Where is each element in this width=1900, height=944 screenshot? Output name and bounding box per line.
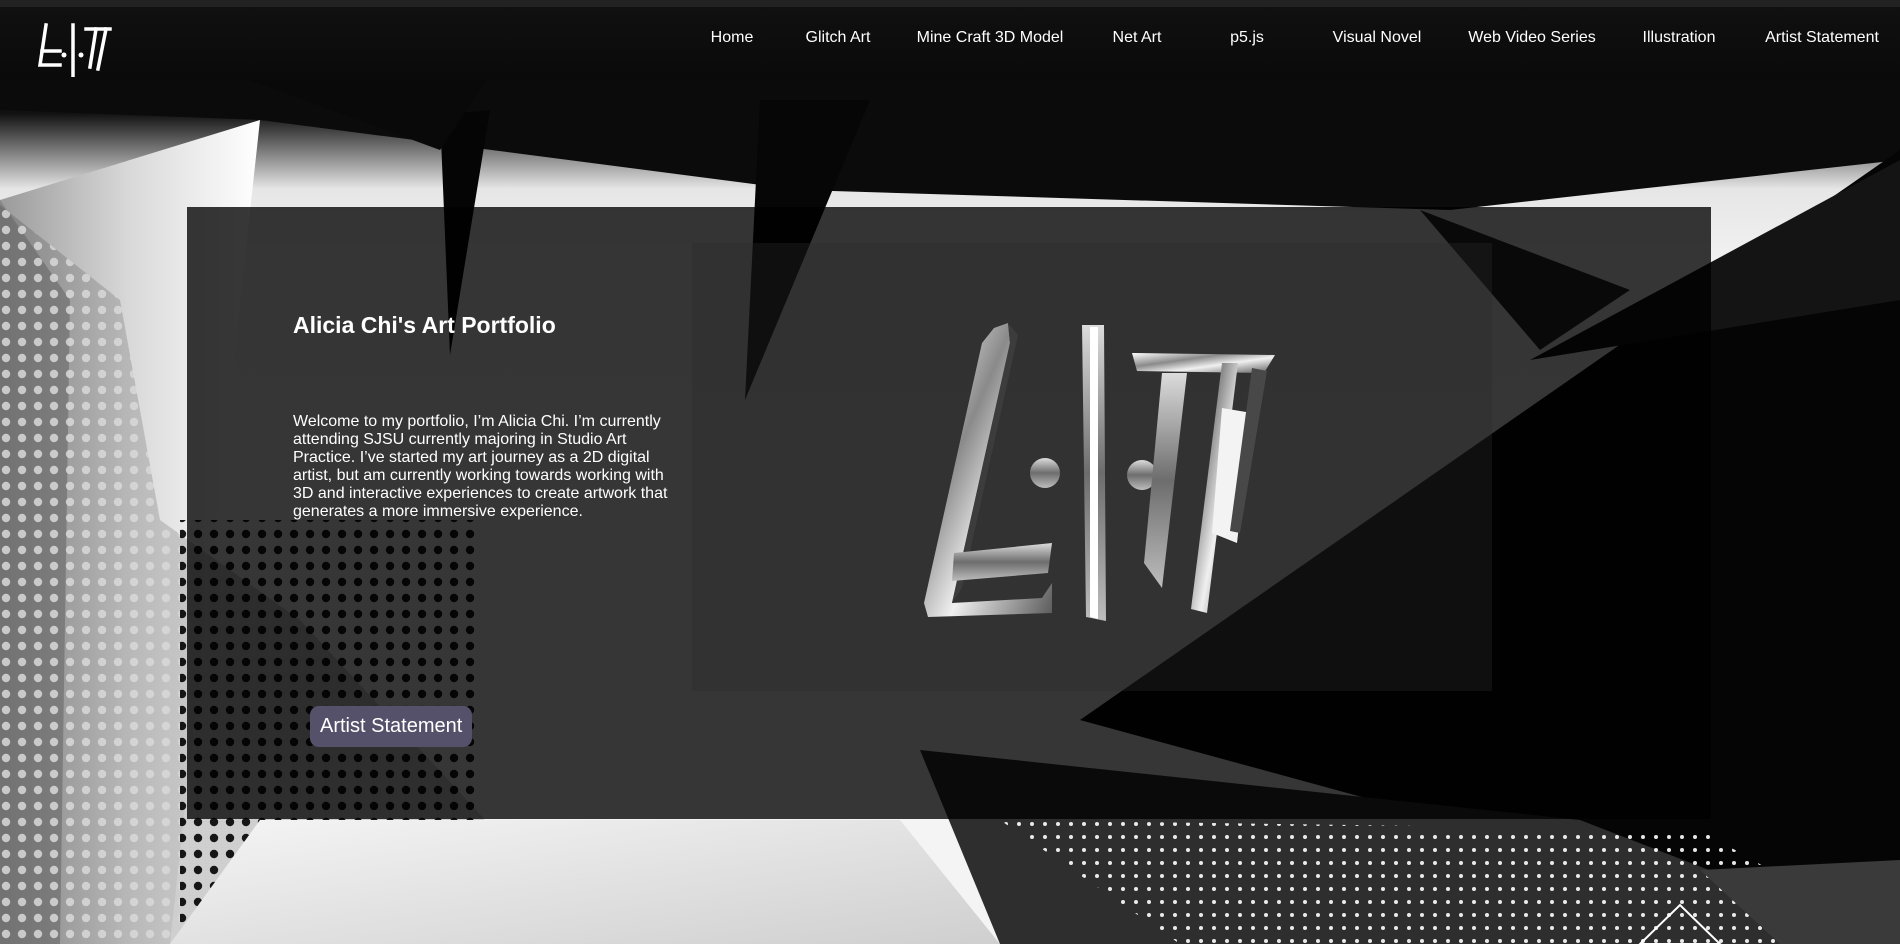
nav-visual-novel[interactable]: Visual Novel (1333, 29, 1422, 47)
intro-text: Welcome to my portfolio, I’m Alicia Chi.… (293, 413, 668, 520)
nav-p5js[interactable]: p5.js (1230, 29, 1264, 47)
artist-statement-button[interactable]: Artist Statement (310, 706, 473, 747)
page-title: Alicia Chi's Art Portfolio (293, 312, 556, 338)
top-navigation-bar: Home Glitch Art Mine Craft 3D Model Net … (0, 0, 1900, 80)
nav-net-art[interactable]: Net Art (1113, 29, 1162, 47)
nav-glitch-art[interactable]: Glitch Art (806, 29, 871, 47)
nav-illustration[interactable]: Illustration (1643, 29, 1716, 47)
hero-media (692, 243, 1492, 691)
page: Home Glitch Art Mine Craft 3D Model Net … (0, 0, 1900, 944)
nav-minecraft-3d-model[interactable]: Mine Craft 3D Model (917, 29, 1064, 47)
ai-monogram-logo-icon[interactable] (36, 17, 112, 77)
nav-web-video-series[interactable]: Web Video Series (1468, 29, 1595, 47)
nav-artist-statement[interactable]: Artist Statement (1765, 29, 1879, 47)
3d-monogram-logo-icon (924, 323, 1275, 621)
nav-home[interactable]: Home (711, 29, 754, 47)
